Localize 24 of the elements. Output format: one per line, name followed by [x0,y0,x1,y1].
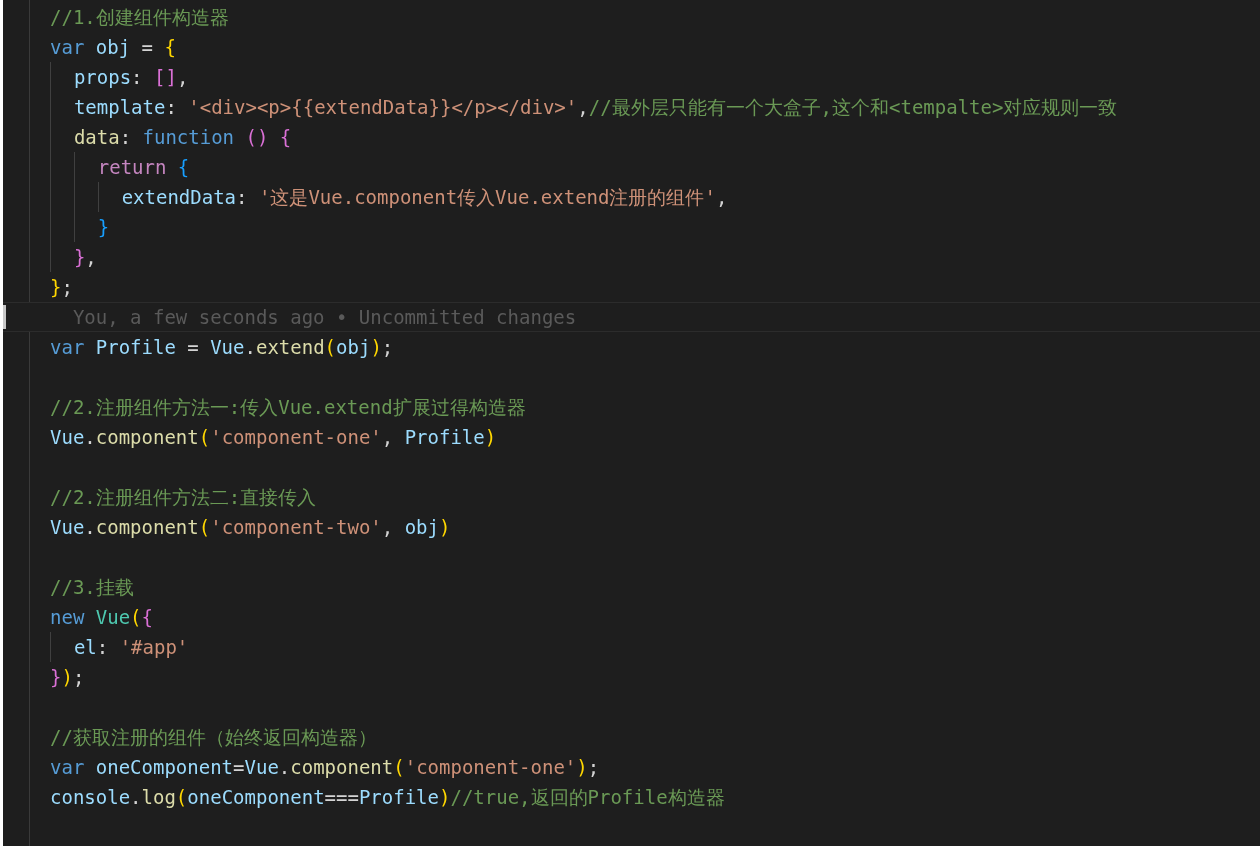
code-line: el: '#app' [73,635,189,660]
code-line: } [97,215,110,240]
code-line: //1.创建组件构造器 [50,5,229,30]
code-line: console.log(oneComponent===Profile)//true,返回的Profile构造器 [50,785,725,810]
code-line: props: [], [73,65,189,90]
code-line: var oneComponent=Vue.component('component-one'); [50,755,600,780]
code-line: template: '<div><p>{{extendData}}</p></div>',//最外层只能有一个大盒子,这个和<tempalte>对应规则一致 [73,95,1118,120]
change-marker [3,305,6,329]
code-line: }, [73,245,97,270]
code-line: }; [50,275,73,300]
code-line: //3.挂载 [50,575,134,600]
code-line: //获取注册的组件（始终返回构造器） [50,725,377,750]
code-line: Vue.component('component-two', obj) [50,515,451,540]
code-line: Vue.component('component-one', Profile) [50,425,497,450]
code-line: //2.注册组件方法二:直接传入 [50,485,317,510]
code-line: return { [97,155,190,180]
code-line: new Vue({ [50,605,153,630]
blame-annotation: You, a few seconds ago • Uncommitted changes [71,305,577,330]
code-line: data: function () { [73,125,292,150]
code-line: var obj = { [50,35,176,60]
code-line: extendData: '这是Vue.component传入Vue.extend注册的组件', [121,185,728,210]
code-line: }); [50,665,85,690]
code-line: //2.注册组件方法一:传入Vue.extend扩展过得构造器 [50,395,526,420]
code-line: var Profile = Vue.extend(obj); [50,335,394,360]
